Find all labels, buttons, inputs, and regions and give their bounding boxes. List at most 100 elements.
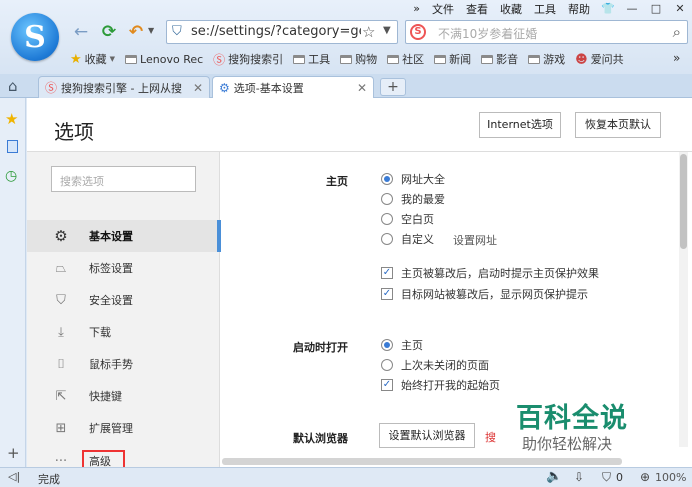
home-option-custom[interactable]: 自定义 <box>381 231 434 247</box>
bookmark-label: 游戏 <box>543 53 566 66</box>
address-dropdown-icon[interactable]: ▼ <box>383 25 391 36</box>
skin-icon[interactable]: 👕 <box>596 2 620 15</box>
nav-item-basic[interactable]: ⚙ 基本设置 <box>27 220 221 252</box>
menu-file[interactable]: 文件 <box>426 1 460 17</box>
home-section-label: 主页 <box>326 175 348 188</box>
search-box[interactable]: S 不满10岁参着征婚 ⌕ <box>405 20 688 44</box>
watermark-subtitle: 助你轻松解决 <box>522 435 613 453</box>
checkbox-icon: ✓ <box>381 288 393 300</box>
folder-icon <box>387 54 400 64</box>
bookmark-games[interactable]: 游戏 <box>528 51 565 67</box>
startup-start-page-check[interactable]: ✓ 始终打开我的起始页 <box>381 377 500 393</box>
nav-label: 下载 <box>89 326 111 339</box>
bookmark-shopping[interactable]: 购物 <box>340 51 377 67</box>
back-icon[interactable]: ← <box>70 21 92 43</box>
menu-favorites[interactable]: 收藏 <box>494 1 528 17</box>
home-icon[interactable]: ⌂ <box>8 77 18 95</box>
tab-label: 搜狗搜索引擎 - 上网从搜 <box>61 81 182 95</box>
collapse-sidebar-icon[interactable]: ◁| <box>8 470 20 483</box>
nav-item-security[interactable]: ⛉ 安全设置 <box>27 284 220 316</box>
nav-item-tabs[interactable]: ⏢ 标签设置 <box>27 252 220 284</box>
settings-nav: 搜索选项 ⚙ 基本设置 ⏢ 标签设置 ⛉ 安全设置 ⤓ 下载 ⌷ 鼠标手势 ⇱ … <box>27 152 221 472</box>
add-sidebar-icon[interactable]: + <box>7 444 20 462</box>
home-protect-check[interactable]: ✓ 主页被篡改后，启动时提示主页保护效果 <box>381 265 599 281</box>
bookmark-label: 新闻 <box>449 53 472 66</box>
startup-option-last[interactable]: 上次未关闭的页面 <box>381 357 489 373</box>
startup-option-home[interactable]: 主页 <box>381 337 423 353</box>
bookmark-label: 搜狗搜索引 <box>228 53 284 66</box>
settings-search-input[interactable]: 搜索选项 <box>51 166 196 192</box>
nav-item-shortcuts[interactable]: ⇱ 快捷键 <box>27 380 220 412</box>
more-bookmarks-icon[interactable]: » <box>673 51 680 65</box>
search-placeholder[interactable]: 不满10岁参着征婚 <box>438 25 537 42</box>
nav-item-extensions[interactable]: ⊞ 扩展管理 <box>27 412 220 444</box>
address-bar[interactable]: ⛉ se://settings/?category=gen ☆ ▼ <box>166 20 398 44</box>
option-label: 网址大全 <box>401 173 445 186</box>
bookmark-news[interactable]: 新闻 <box>434 51 471 67</box>
vertical-scrollbar[interactable] <box>679 152 688 447</box>
option-label: 始终打开我的起始页 <box>401 379 500 392</box>
search-icon[interactable]: ⌕ <box>673 23 681 41</box>
download-manager-icon[interactable]: ⇩ <box>574 470 584 484</box>
active-marker <box>217 220 221 252</box>
set-default-browser-button[interactable]: 设置默认浏览器 <box>379 423 475 448</box>
status-text: 完成 <box>38 473 60 486</box>
bookmark-community[interactable]: 社区 <box>387 51 424 67</box>
option-label: 空白页 <box>401 213 434 226</box>
sogou-logo-icon[interactable]: S <box>11 13 59 61</box>
extensions-icon: ⊞ <box>55 420 67 436</box>
bookmark-tools[interactable]: 工具 <box>293 51 330 67</box>
blocked-count: 0 <box>616 471 623 484</box>
refresh-icon[interactable]: ⟳ <box>98 21 120 43</box>
nav-label: 快捷键 <box>89 390 122 403</box>
bookmark-favorites[interactable]: ★ 收藏 ▼ <box>70 51 115 67</box>
horizontal-scrollbar[interactable] <box>222 458 622 465</box>
bookmark-iask[interactable]: ☻ 爱问共 <box>575 51 624 67</box>
close-tab-icon[interactable]: ✕ <box>193 81 203 95</box>
tab-sogou-search[interactable]: Ⓢ 搜狗搜索引擎 - 上网从搜 ✕ <box>38 76 210 98</box>
minimize-icon[interactable]: — <box>620 2 644 15</box>
history-clock-icon[interactable]: ◷ <box>5 168 17 184</box>
restore-defaults-button[interactable]: 恢复本页默认 <box>575 112 661 138</box>
tab-settings[interactable]: ⚙ 选项-基本设置 ✕ <box>212 76 374 99</box>
close-tab-icon[interactable]: ✕ <box>357 81 367 95</box>
undo-close-icon[interactable]: ↶ <box>125 21 147 43</box>
site-protect-check[interactable]: ✓ 目标网站被篡改后，显示网页保护提示 <box>381 286 588 302</box>
close-window-icon[interactable]: ✕ <box>668 2 692 15</box>
bookmarks-bar: ★ 收藏 ▼ Lenovo Rec Ⓢ 搜狗搜索引 工具 购物 社区 新闻 影音 游戏… <box>70 49 624 69</box>
nav-label: 基本设置 <box>89 230 133 243</box>
bookmark-label: 购物 <box>355 53 378 66</box>
nav-item-download[interactable]: ⤓ 下载 <box>27 316 220 348</box>
favorites-star-icon[interactable]: ★ <box>5 110 18 128</box>
maximize-icon[interactable]: □ <box>644 2 668 15</box>
option-label: 主页 <box>401 339 423 352</box>
nav-label: 扩展管理 <box>89 422 133 435</box>
menu-view[interactable]: 查看 <box>460 1 494 17</box>
home-option-nav[interactable]: 网址大全 <box>381 171 445 187</box>
zoom-icon[interactable]: ⊕ <box>640 470 650 484</box>
scroll-thumb[interactable] <box>680 154 687 249</box>
more-menu-icon[interactable]: » <box>407 2 426 15</box>
address-url[interactable]: se://settings/?category=gen <box>191 24 361 39</box>
zoom-level[interactable]: 100% <box>655 471 686 484</box>
internet-options-button[interactable]: Internet选项 <box>479 112 561 138</box>
menu-help[interactable]: 帮助 <box>562 1 596 17</box>
home-option-favorites[interactable]: 我的最爱 <box>381 191 445 207</box>
volume-icon[interactable]: 🔈 <box>546 469 562 484</box>
startup-section-label: 启动时打开 <box>293 341 348 354</box>
menu-tools[interactable]: 工具 <box>528 1 562 17</box>
set-url-link[interactable]: 设置网址 <box>453 232 497 248</box>
bookmark-lenovo[interactable]: Lenovo Rec <box>125 53 203 66</box>
home-option-blank[interactable]: 空白页 <box>381 211 434 227</box>
status-bar: ◁| 完成 🔈 ⇩ ⛉ 0 ⊕ 100% <box>0 467 692 487</box>
undo-dropdown-icon[interactable]: ▼ <box>148 26 154 35</box>
bookmark-media[interactable]: 影音 <box>481 51 518 67</box>
security-shield-icon: ⛉ <box>172 24 182 39</box>
star-icon[interactable]: ☆ <box>362 23 375 41</box>
shield-status-icon[interactable]: ⛉ <box>602 470 611 485</box>
nav-item-gestures[interactable]: ⌷ 鼠标手势 <box>27 348 220 380</box>
bookmark-sogou[interactable]: Ⓢ 搜狗搜索引 <box>213 51 283 68</box>
bookmark-label: Lenovo Rec <box>140 52 204 66</box>
new-tab-button[interactable]: + <box>380 78 406 96</box>
notes-icon[interactable] <box>7 140 18 153</box>
